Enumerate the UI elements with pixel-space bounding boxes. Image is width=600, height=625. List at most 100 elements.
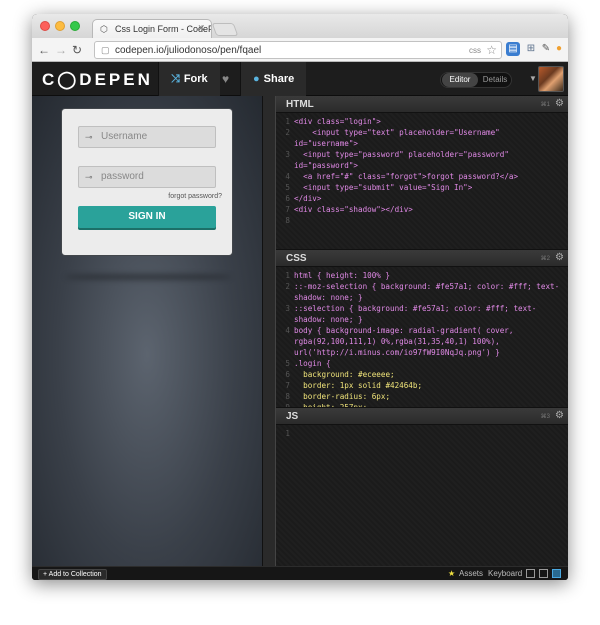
username-placeholder: Username <box>101 131 148 142</box>
minimize-window-button[interactable] <box>55 21 65 31</box>
password-placeholder: password <box>101 171 144 182</box>
html-editor-header: HTML ⌘1 ⚙ <box>276 96 568 113</box>
extension-icon[interactable]: ▤ <box>506 42 520 56</box>
sign-in-button[interactable]: SIGN IN <box>78 206 216 228</box>
star-icon: ★ <box>448 569 456 578</box>
code-line: 6 background: #eceeee; <box>276 369 568 380</box>
line-number: 6 <box>285 370 290 379</box>
css-shortcut: ⌘2 <box>540 256 550 262</box>
code-line: 5 .login { <box>276 358 568 369</box>
code-text: background: #eceeee; <box>294 370 395 379</box>
heart-icon[interactable]: ♥ <box>222 72 229 86</box>
zoom-window-button[interactable] <box>70 21 80 31</box>
codepen-favicon-icon: ⬡ <box>100 24 108 34</box>
css-indicator: css <box>469 46 481 55</box>
password-input[interactable]: ⊸ password <box>78 166 216 188</box>
code-line: 6 </div> <box>276 193 568 204</box>
html-code-area[interactable]: 1 <div class="login"> 2 <input type="text"… <box>276 113 568 249</box>
line-number: 3 <box>285 150 290 159</box>
code-line: 3::selection { background: #fe57a1; colo… <box>276 303 568 325</box>
back-icon[interactable]: ← <box>38 42 50 58</box>
details-view-button[interactable]: Details <box>478 73 512 87</box>
pane-resizer[interactable] <box>262 96 276 566</box>
line-number: 7 <box>285 381 290 390</box>
gear-icon[interactable]: ⚙ <box>555 410 564 421</box>
layout-top-icon[interactable] <box>539 569 548 578</box>
username-input[interactable]: ⊸ Username <box>78 126 216 148</box>
line-number: 2 <box>285 282 290 291</box>
code-text: </div> <box>294 194 322 203</box>
key-icon: ⊸ <box>85 132 93 142</box>
add-to-collection-button[interactable]: + Add to Collection <box>38 569 107 580</box>
view-toggle: Editor Details <box>440 72 512 88</box>
code-line: 7 <div class="shadow"></div> <box>276 204 568 215</box>
code-text: <input type="text" placeholder="Username… <box>294 128 505 148</box>
editor-view-button[interactable]: Editor <box>442 73 478 87</box>
code-line: 2::-moz-selection { background: #fe57a1;… <box>276 281 568 303</box>
code-line: 5 <input type="submit" value="Sign In"> <box>276 182 568 193</box>
code-text: <a href="#" class="forgot">forgot passwo… <box>294 172 519 181</box>
share-label: Share <box>263 73 295 85</box>
fork-button[interactable]: ⤨ Fork <box>158 62 220 96</box>
code-text: <input type="password" placeholder="pass… <box>294 150 514 170</box>
code-text: html { height: 100% } <box>294 271 391 280</box>
bookmark-star-icon[interactable]: ☆ <box>486 43 497 57</box>
assets-button[interactable]: Assets <box>459 569 483 578</box>
html-editor-title: HTML <box>286 99 314 110</box>
code-text: border: 1px solid #42464b; <box>294 381 423 390</box>
codepen-logo[interactable]: C◯DEPEN <box>42 70 153 90</box>
code-line: 7 border: 1px solid #42464b; <box>276 380 568 391</box>
share-button[interactable]: ● Share <box>240 62 307 96</box>
js-editor: JS ⌘3 ⚙ 1 <box>276 407 568 566</box>
browser-tab[interactable]: ⬡ Css Login Form - CodePen ✕ <box>92 19 212 38</box>
line-number: 1 <box>285 429 290 438</box>
close-tab-icon[interactable]: ✕ <box>197 23 205 34</box>
menu-icon[interactable] <box>565 42 568 56</box>
line-number: 8 <box>285 392 290 401</box>
address-bar[interactable]: ▢ codepen.io/juliodonoso/pen/fqael css ☆ <box>94 41 502 59</box>
code-text: body { background-image: radial-gradient… <box>294 326 519 357</box>
wrench-icon[interactable]: ✎ <box>539 42 553 56</box>
code-text: ::selection { background: #fe57a1; color… <box>294 304 537 324</box>
line-number: 7 <box>285 205 290 214</box>
js-editor-header: JS ⌘3 ⚙ <box>276 408 568 425</box>
code-line: 4 <a href="#" class="forgot">forgot pass… <box>276 171 568 182</box>
browser-toolbar: ← → ↻ ▢ codepen.io/juliodonoso/pen/fqael… <box>32 38 568 62</box>
layout-right-icon[interactable] <box>552 569 561 578</box>
login-form: ⊸ Username ⊸ password forgot password? S… <box>61 108 233 256</box>
line-number: 8 <box>285 216 290 225</box>
code-line: 1 html { height: 100% } <box>276 270 568 281</box>
html-editor: HTML ⌘1 ⚙ 1 <div class="login"> 2 <input t… <box>276 96 568 249</box>
code-text: ::-moz-selection { background: #fe57a1; … <box>294 282 560 302</box>
extension-icon[interactable]: ⊞ <box>524 42 538 56</box>
gear-icon[interactable]: ⚙ <box>555 252 564 263</box>
browser-window: ⬡ Css Login Form - CodePen ✕ ← → ↻ ▢ cod… <box>32 14 568 580</box>
line-number: 4 <box>285 172 290 181</box>
line-number: 3 <box>285 304 290 313</box>
user-avatar[interactable] <box>538 66 564 92</box>
codepen-header: C◯DEPEN ⤨ Fork ♥ ● Share Editor Details ▼ <box>32 62 568 96</box>
keyboard-button[interactable]: Keyboard <box>488 569 522 578</box>
gear-icon[interactable]: ⚙ <box>555 98 564 109</box>
reload-icon[interactable]: ↻ <box>72 42 82 58</box>
forgot-password-link[interactable]: forgot password? <box>168 193 222 200</box>
code-text: <div class="login"> <box>294 117 381 126</box>
tab-strip: ⬡ Css Login Form - CodePen ✕ <box>32 14 568 38</box>
cookie-extension-icon[interactable]: ● <box>552 42 566 56</box>
line-number: 6 <box>285 194 290 203</box>
code-text: .login { <box>294 359 331 368</box>
js-code-area[interactable]: 1 <box>276 425 568 566</box>
line-number: 1 <box>285 271 290 280</box>
forward-icon[interactable]: → <box>55 42 67 58</box>
url-text: codepen.io/juliodonoso/pen/fqael <box>115 45 262 56</box>
new-tab-button[interactable] <box>211 23 239 36</box>
layout-left-icon[interactable] <box>526 569 535 578</box>
css-code-area[interactable]: 1 html { height: 100% } 2::-moz-selection … <box>276 267 568 407</box>
code-line: 1 <div class="login"> <box>276 116 568 127</box>
line-number: 4 <box>285 326 290 335</box>
result-preview: ⊸ Username ⊸ password forgot password? S… <box>32 96 262 566</box>
close-window-button[interactable] <box>40 21 50 31</box>
footer-bar: + Add to Collection ★ Assets Keyboard <box>32 566 568 580</box>
chevron-down-icon[interactable]: ▼ <box>529 74 537 83</box>
